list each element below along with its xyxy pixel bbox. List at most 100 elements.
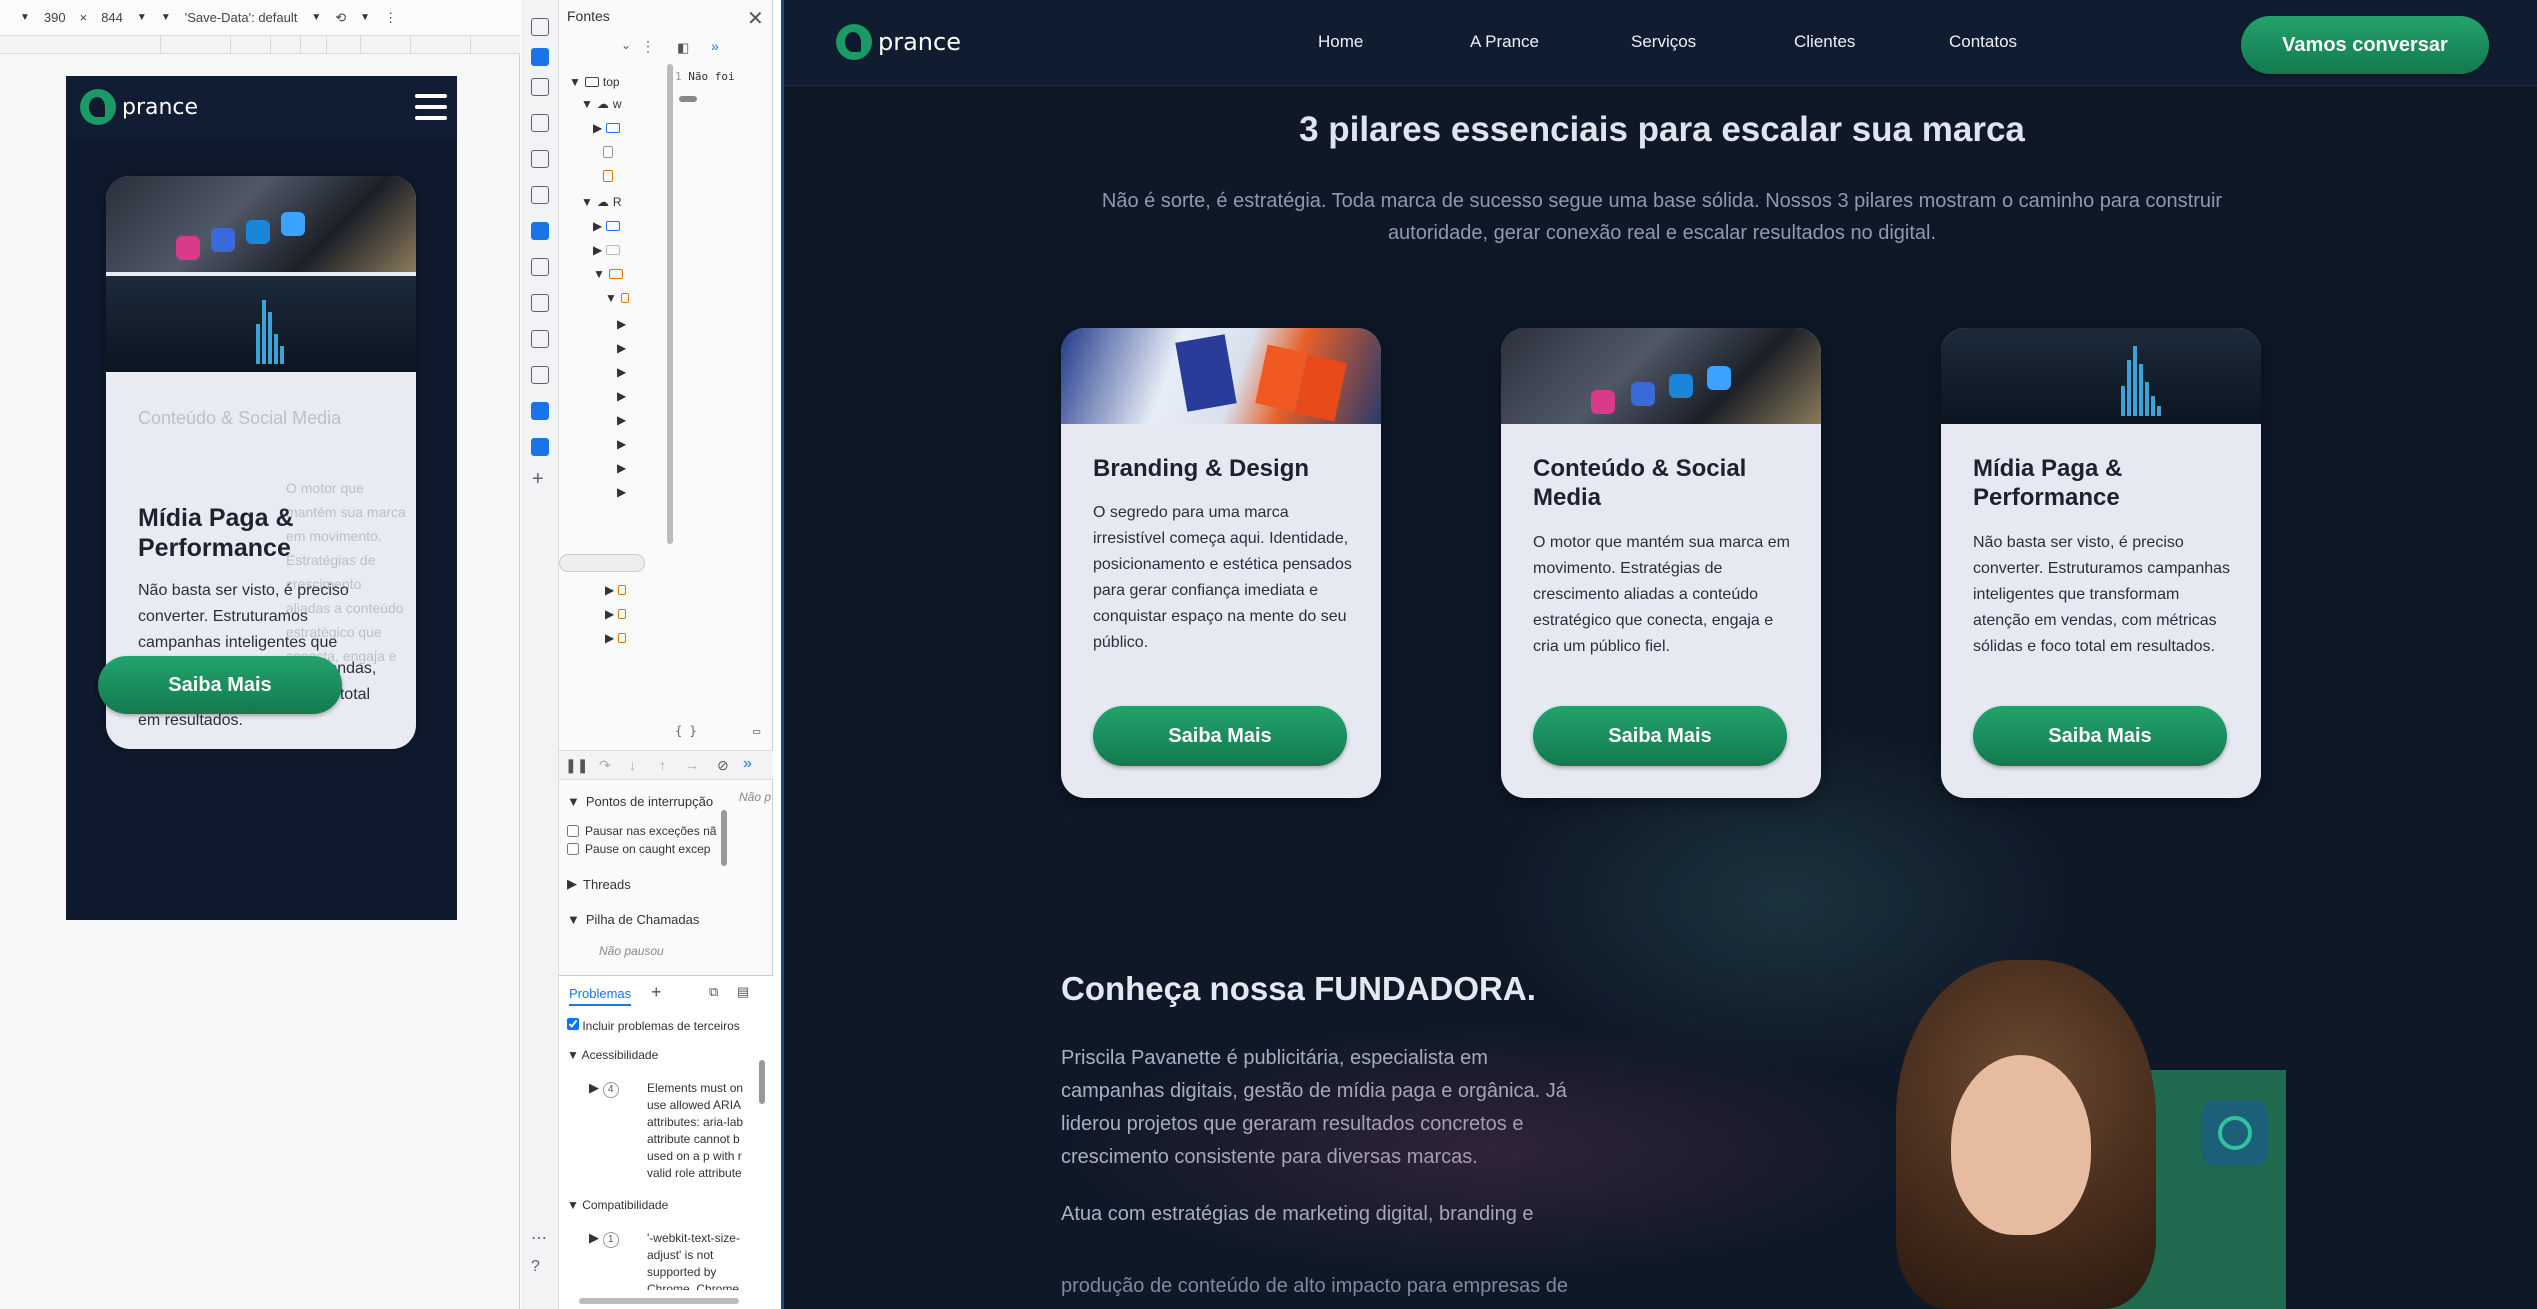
nav-clientes[interactable]: Clientes [1794,32,1855,52]
problems-hscrollbar[interactable] [579,1298,739,1304]
accessibility-issue[interactable]: ▶ 4 [589,1080,619,1098]
react-profiler-icon[interactable] [531,438,549,456]
add-tab-icon[interactable]: + [651,982,662,1003]
tree-row[interactable]: ▶ [617,362,626,382]
help-icon[interactable]: ? [531,1258,540,1276]
tree-row[interactable]: ▶ [617,458,626,478]
card-text: O segredo para uma marca irresistível co… [1093,504,1352,651]
pause-caught-checkbox[interactable]: Pause on caught excep [567,842,710,856]
card-image-social [1501,328,1821,424]
code-icon[interactable] [531,150,549,168]
call-stack-section[interactable]: ▼ Pilha de Chamadas [567,912,699,927]
console-icon[interactable] [531,186,549,204]
code-scrollbar[interactable] [679,96,697,102]
card-title: Branding & Design [1093,455,1310,482]
vamos-conversar-button[interactable]: Vamos conversar [2241,16,2489,74]
threads-section[interactable]: ▶ Threads [567,876,631,892]
saiba-mais-button[interactable]: Saiba Mais [98,656,342,714]
tree-file[interactable] [603,142,613,162]
breakpoints-section[interactable]: ▼ Pontos de interrupção [567,794,713,809]
nav-contatos[interactable]: Contatos [1949,32,2017,52]
debug-scrollbar[interactable] [721,810,727,866]
react-components-icon[interactable] [531,402,549,420]
save-data-dropdown-icon[interactable]: ▼ [311,12,321,23]
saiba-mais-button[interactable]: Saiba Mais [1093,706,1347,766]
viewport-width[interactable]: 390 [44,10,66,25]
home-icon[interactable] [531,114,549,132]
pause-icon[interactable]: ❚❚ [565,757,588,774]
tree-row[interactable]: ▶ [605,628,627,648]
dropdown-arrow-icon[interactable]: ▼ [20,12,30,23]
tree-folder[interactable]: ▶ [593,240,621,260]
coverage-icon[interactable]: ▭ [753,724,760,738]
card-title: Conteúdo & Social Media [1533,455,1747,511]
pause-uncaught-checkbox[interactable]: Pausar nas exceções nã [567,824,716,838]
tree-folder[interactable]: ▼ [593,264,623,284]
tree-row[interactable]: ▶ [605,604,627,624]
zoom-dropdown-icon[interactable]: ▼ [137,12,147,23]
elements-icon[interactable] [531,78,549,96]
more-tabs-icon[interactable]: » [711,38,719,54]
tree-folder[interactable]: ▼ [605,288,629,308]
tree-item-cloud[interactable]: ▼ ☁ R [581,192,622,212]
card-image-chart [1941,328,2261,424]
compatibility-group[interactable]: ▼ Compatibilidade [567,1198,668,1212]
rotate-icon[interactable]: ⟲ [335,10,346,26]
more-dropdown-icon[interactable]: ▼ [360,12,370,23]
sources-bug-icon[interactable] [531,222,549,240]
saiba-mais-button[interactable]: Saiba Mais [1533,706,1787,766]
tree-row[interactable]: ▶ [617,386,626,406]
tree-row[interactable]: ▶ [617,482,626,502]
tree-item-top[interactable]: ▼ top [569,72,620,92]
step-out-icon[interactable]: ↑ [659,757,666,773]
performance-icon[interactable] [531,294,549,312]
inspect-icon[interactable] [531,18,549,36]
memory-icon[interactable] [531,330,549,348]
save-data-select[interactable]: 'Save-Data': default [185,10,298,25]
application-icon[interactable] [531,366,549,384]
devtools-activity-bar: + ⋯ ? [521,0,559,1309]
problems-scrollbar[interactable] [759,1060,765,1104]
tree-row[interactable]: ▶ [605,580,627,600]
add-panel-icon[interactable]: + [532,468,544,491]
dock-icon[interactable]: ⧉ [709,984,718,1000]
network-icon[interactable] [531,258,549,276]
hamburger-menu-icon[interactable] [415,94,447,120]
device-mode-icon[interactable] [531,48,549,66]
chevron-down-icon[interactable]: ⌄ [621,38,631,52]
third-party-checkbox[interactable]: Incluir problemas de terceiros [567,1018,740,1033]
tab-problems[interactable]: Problemas [569,986,632,1006]
saiba-mais-button[interactable]: Saiba Mais [1973,706,2227,766]
nav-a-prance[interactable]: A Prance [1470,32,1539,52]
tree-folder[interactable]: ▶ [593,118,621,138]
more-options-icon[interactable]: ⋮ [384,10,397,26]
accessibility-group[interactable]: ▼ Acessibilidade [567,1048,658,1062]
tree-file[interactable] [603,166,613,186]
nav-home[interactable]: Home [1318,32,1363,52]
brand-logo[interactable]: prance [836,24,961,60]
tree-row[interactable]: ▶ [617,338,626,358]
code-editor[interactable]: 1 Não foi { } ▭ [669,64,773,744]
step-icon[interactable]: → [685,757,699,773]
throttle-dropdown-icon[interactable]: ▼ [161,12,171,23]
step-into-icon[interactable]: ↓ [629,757,636,773]
pretty-print-icon[interactable]: { } [675,724,697,738]
viewport-height[interactable]: 844 [101,10,123,25]
tree-folder[interactable]: ▶ [593,216,621,236]
tree-row[interactable]: ▶ [617,314,626,334]
toggle-sidebar-icon[interactable]: ◧ [677,40,689,56]
tree-row[interactable]: ▶ [617,410,626,430]
more-tabs-icon[interactable]: » [743,755,752,773]
more-tools-icon[interactable]: ⋯ [531,1228,547,1248]
deactivate-breakpoints-icon[interactable]: ⊘ [717,757,729,774]
step-over-icon[interactable]: ↷ [599,757,611,774]
compatibility-issue[interactable]: ▶ 1 [589,1230,619,1248]
panel-layout-icon[interactable]: ▤ [737,984,749,1000]
nav-servicos[interactable]: Serviços [1631,32,1696,52]
sources-more-icon[interactable]: ⋮ [641,38,655,55]
brand-logo[interactable]: prance [80,89,198,125]
tree-item-cloud[interactable]: ▼ ☁ w [581,94,622,114]
horizontal-scrollbar[interactable] [559,554,645,572]
close-icon[interactable]: ✕ [747,6,764,31]
tree-row[interactable]: ▶ [617,434,626,454]
